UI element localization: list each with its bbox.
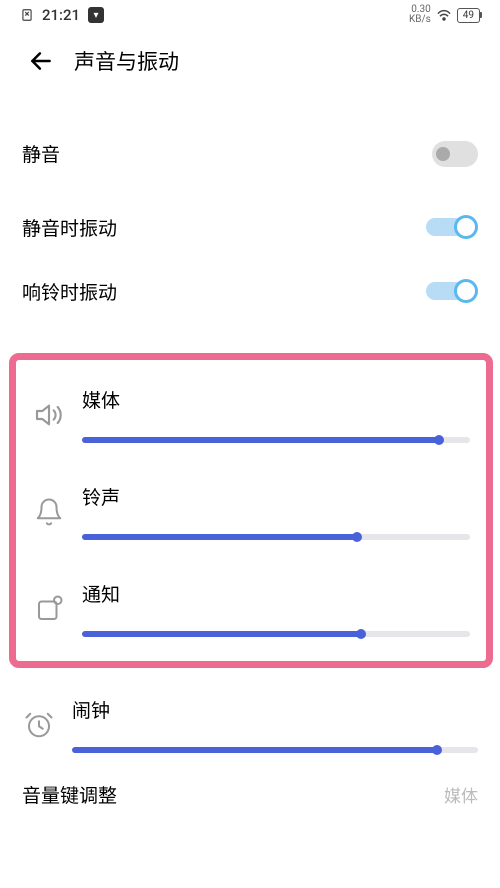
battery-indicator: 49 — [457, 8, 480, 23]
vibrate-ring-label: 响铃时振动 — [22, 278, 117, 305]
silent-mode-label: 静音 — [22, 140, 60, 167]
notification-volume-label: 通知 — [82, 580, 470, 607]
vibrate-ring-row: 响铃时振动 — [0, 259, 500, 323]
alarm-volume-row: 闹钟 — [0, 678, 500, 753]
volume-key-row[interactable]: 音量键调整 媒体 — [0, 753, 500, 808]
notification-mute-icon — [20, 8, 34, 22]
ringtone-volume-slider[interactable] — [82, 534, 470, 540]
vibrate-ring-toggle[interactable] — [426, 277, 478, 305]
notification-volume-row: 通知 — [24, 562, 478, 637]
volume-highlight-box: 媒体 铃声 — [9, 353, 493, 668]
back-arrow-icon — [28, 48, 54, 74]
speaker-icon — [32, 398, 66, 432]
ringtone-volume-label: 铃声 — [82, 483, 470, 510]
vibrate-silent-row: 静音时振动 — [0, 195, 500, 259]
volume-key-label: 音量键调整 — [22, 781, 117, 808]
page-title: 声音与振动 — [74, 46, 179, 76]
status-left: 21:21 ▾ — [20, 6, 104, 24]
notification-volume-slider[interactable] — [82, 631, 470, 637]
status-right: 0.30 KB/s 49 — [409, 5, 480, 25]
bell-icon — [32, 495, 66, 529]
status-bar: 21:21 ▾ 0.30 KB/s 49 — [0, 0, 500, 30]
page-header: 声音与振动 — [0, 30, 500, 92]
alarm-volume-label: 闹钟 — [72, 696, 478, 723]
silent-mode-row: 静音 — [0, 122, 500, 185]
media-volume-label: 媒体 — [82, 386, 470, 413]
wifi-icon — [436, 8, 452, 22]
settings-content: 静音 静音时振动 响铃时振动 媒体 — [0, 122, 500, 808]
media-volume-row: 媒体 — [24, 368, 478, 443]
app-dropdown-icon: ▾ — [88, 7, 104, 23]
media-volume-slider[interactable] — [82, 437, 470, 443]
silent-mode-toggle[interactable] — [432, 141, 478, 167]
clock-icon — [22, 708, 56, 742]
vibrate-silent-toggle[interactable] — [426, 213, 478, 241]
status-time: 21:21 — [42, 6, 80, 24]
notification-icon — [32, 592, 66, 626]
vibrate-silent-label: 静音时振动 — [22, 214, 117, 241]
alarm-volume-slider[interactable] — [72, 747, 478, 753]
ringtone-volume-row: 铃声 — [24, 465, 478, 540]
volume-key-value: 媒体 — [444, 782, 478, 807]
back-button[interactable] — [28, 48, 54, 74]
network-speed: 0.30 KB/s — [409, 5, 431, 25]
net-speed-unit: KB/s — [409, 15, 431, 25]
